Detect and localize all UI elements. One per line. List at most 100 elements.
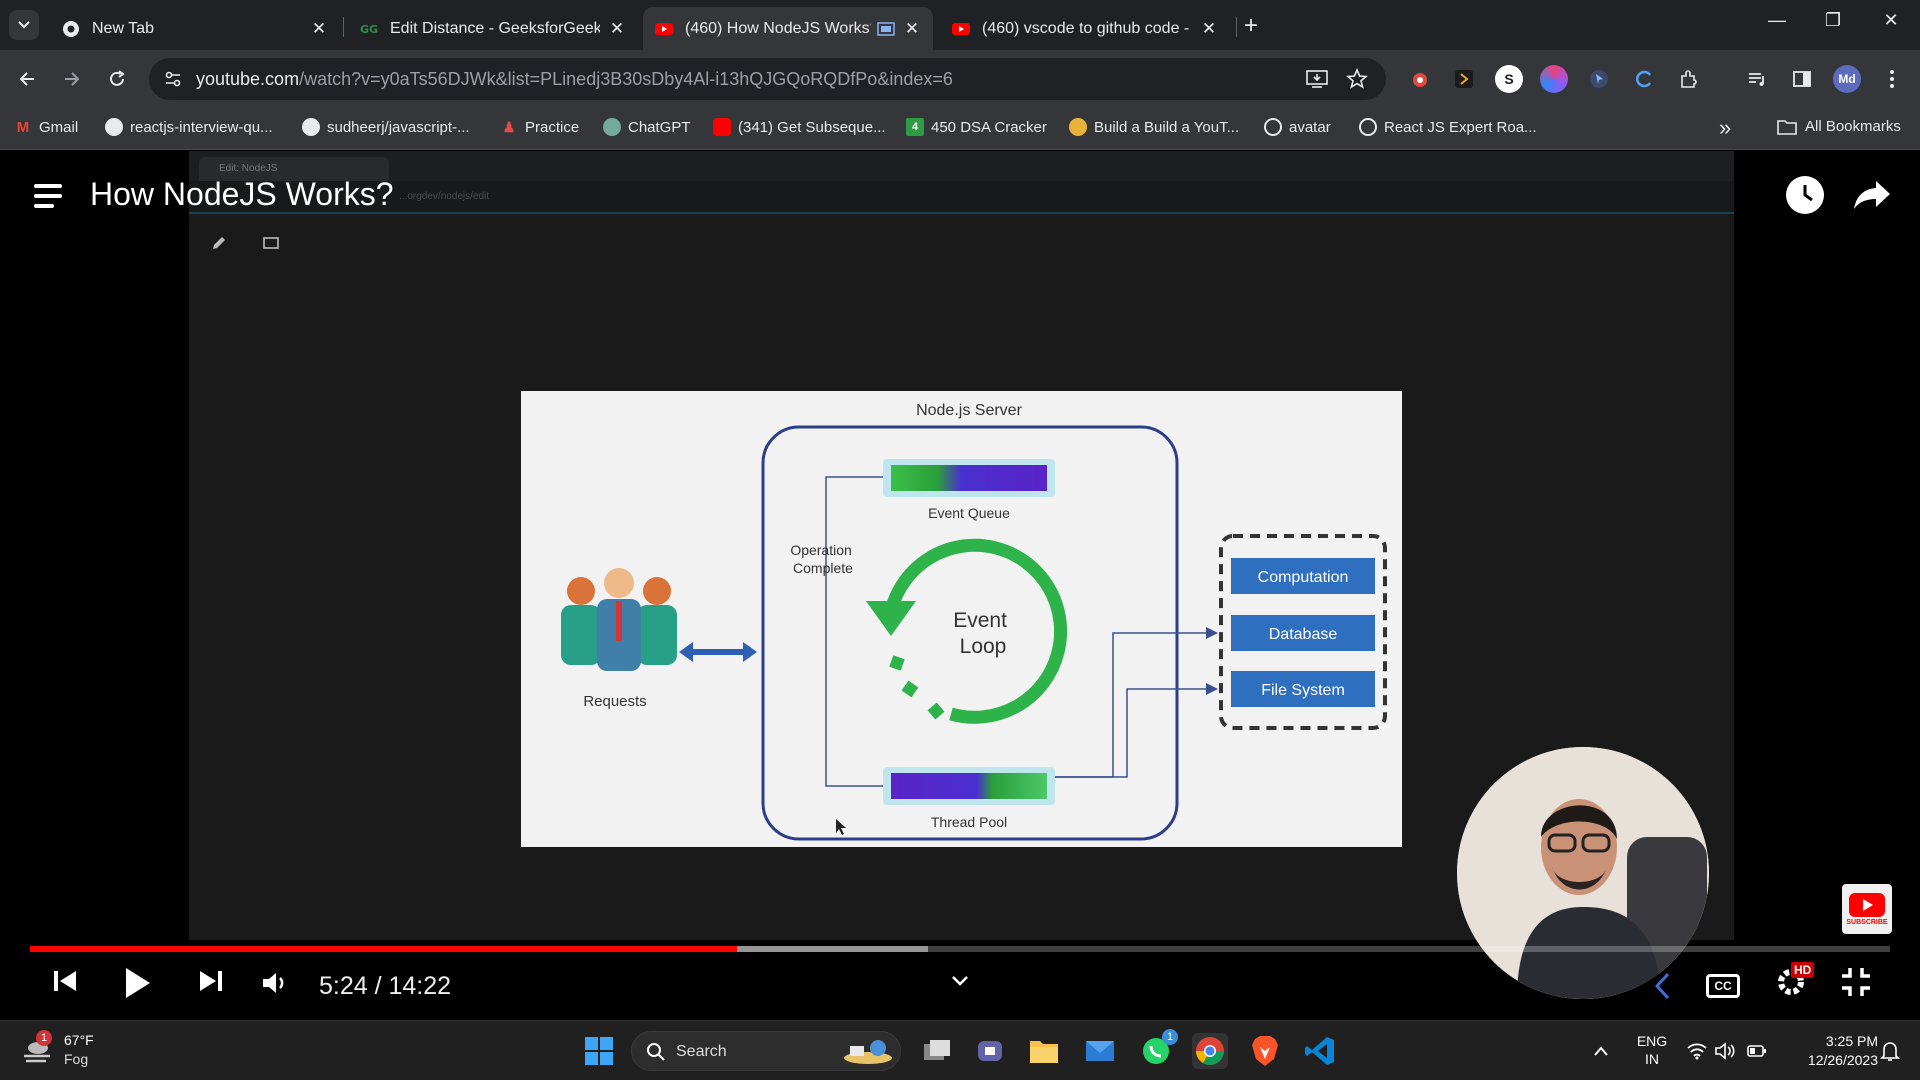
speaker-icon[interactable] xyxy=(1714,1042,1736,1060)
bookmark-450-dsa[interactable]: 4 450 DSA Cracker xyxy=(906,118,1047,136)
screen-tool-icon xyxy=(263,237,279,249)
restore-button[interactable]: ❐ xyxy=(1813,10,1853,31)
all-bookmarks-button[interactable]: All Bookmarks xyxy=(1777,118,1901,135)
address-bar[interactable]: youtube.com/watch?v=y0aTs56DJWk&list=PLi… xyxy=(149,58,1386,100)
file-explorer-button[interactable] xyxy=(1026,1033,1062,1069)
bookmark-sudheerj-javascript[interactable]: sudheerj/javascript-... xyxy=(302,118,470,136)
subscribe-label: SUBSCRIBE xyxy=(1846,918,1888,926)
reload-button[interactable] xyxy=(100,62,134,96)
youtube-icon xyxy=(1849,892,1885,917)
chrome-button[interactable] xyxy=(1192,1033,1228,1069)
extension-refresh-c-icon[interactable] xyxy=(1630,65,1658,93)
site-info-icon[interactable] xyxy=(163,69,183,89)
extension-record-icon[interactable] xyxy=(1406,65,1434,93)
bookmark-label: Practice xyxy=(525,118,580,136)
show-hidden-icons-chevron[interactable] xyxy=(1593,1045,1609,1057)
bookmark-reactjs-interview[interactable]: reactjs-interview-qu... xyxy=(105,118,273,136)
notification-bell-icon[interactable] xyxy=(1880,1040,1900,1062)
exit-fullscreen-button[interactable] xyxy=(1840,966,1872,998)
wifi-icon[interactable] xyxy=(1686,1042,1708,1060)
extensions-puzzle-icon[interactable] xyxy=(1675,65,1703,93)
bookmark-label: (341) Get Subseque... xyxy=(738,118,886,136)
chrome-menu-icon[interactable] xyxy=(1878,65,1906,93)
build-icon xyxy=(1069,118,1087,136)
profile-avatar[interactable]: Md xyxy=(1833,65,1861,93)
youtube-icon xyxy=(713,118,731,136)
tab-how-nodejs-works[interactable]: (460) How NodeJS Works? - ✕ xyxy=(643,7,933,50)
event-loop-dash xyxy=(927,702,945,720)
bookmark-chatgpt[interactable]: ChatGPT xyxy=(603,118,691,136)
share-icon[interactable] xyxy=(1852,177,1892,213)
back-button[interactable] xyxy=(10,62,44,96)
operation-complete-line xyxy=(825,476,883,787)
battery-icon[interactable] xyxy=(1747,1044,1767,1058)
diagram-slide: Node.js Server Event Queue Operation Com… xyxy=(521,391,1402,847)
bookmarks-overflow-button[interactable]: » xyxy=(1719,115,1731,141)
settings-button[interactable]: HD xyxy=(1775,962,1815,998)
bookmark-avatar[interactable]: avatar xyxy=(1264,118,1331,136)
captions-button[interactable]: CC xyxy=(1706,974,1740,998)
bookmark-label: Gmail xyxy=(39,118,79,136)
install-app-icon[interactable] xyxy=(1306,69,1328,89)
teams-chat-button[interactable] xyxy=(972,1033,1008,1069)
clock[interactable]: 3:25 PM 12/26/2023 xyxy=(1786,1033,1878,1068)
chevron-down-icon[interactable] xyxy=(950,974,970,988)
tab-edit-distance[interactable]: GG Edit Distance - GeeksforGeeks ✕ xyxy=(348,7,638,50)
double-arrow-icon xyxy=(679,642,757,662)
chevron-left-icon[interactable] xyxy=(1652,971,1674,1001)
bookmark-practice[interactable]: ♟ Practice xyxy=(500,118,579,136)
task-view-button[interactable] xyxy=(919,1033,955,1069)
thread-pool-fill xyxy=(891,773,1047,799)
exit-fullscreen-icon xyxy=(1842,968,1870,996)
subscribe-watermark[interactable]: SUBSCRIBE xyxy=(1842,884,1892,934)
brave-button[interactable] xyxy=(1247,1033,1283,1069)
new-tab-button[interactable]: + xyxy=(1244,12,1258,40)
language-indicator[interactable]: ENG IN xyxy=(1636,1033,1668,1067)
bookmark-gmail[interactable]: M Gmail xyxy=(14,118,78,136)
extension-s-icon[interactable]: S xyxy=(1495,65,1523,93)
close-tab-icon[interactable]: ✕ xyxy=(903,19,921,39)
close-window-button[interactable]: ✕ xyxy=(1871,10,1911,31)
extension-palette-icon[interactable] xyxy=(1540,65,1568,93)
extension-leetcode-icon[interactable] xyxy=(1450,65,1478,93)
play-button[interactable] xyxy=(122,966,152,1000)
media-controls-icon[interactable] xyxy=(1743,65,1771,93)
tab-title: Edit Distance - GeeksforGeeks xyxy=(390,19,600,37)
taskbar-search[interactable]: Search xyxy=(631,1031,901,1071)
tab-search-button[interactable] xyxy=(9,10,39,40)
geeksforgeeks-icon: GG xyxy=(360,23,378,36)
next-button[interactable] xyxy=(196,966,226,996)
bookmark-label: avatar xyxy=(1289,118,1331,136)
bookmark-star-icon[interactable] xyxy=(1346,68,1368,90)
vscode-button[interactable] xyxy=(1302,1033,1338,1069)
mute-button[interactable] xyxy=(260,970,288,996)
whatsapp-badge: 1 xyxy=(1162,1029,1178,1045)
previous-button[interactable] xyxy=(50,966,80,996)
skip-previous-icon xyxy=(54,971,76,991)
play-icon xyxy=(126,968,150,998)
watch-later-icon[interactable] xyxy=(1786,176,1824,214)
bookmark-build-youtube[interactable]: Build a Build a YouT... xyxy=(1069,118,1239,136)
tab-new-tab[interactable]: New Tab ✕ xyxy=(50,7,340,50)
close-tab-icon[interactable]: ✕ xyxy=(310,19,328,39)
close-tab-icon[interactable]: ✕ xyxy=(608,19,626,39)
mail-icon xyxy=(1086,1041,1114,1061)
playlist-menu-icon[interactable] xyxy=(34,184,68,210)
bookmark-react-roadmap[interactable]: React JS Expert Roa... xyxy=(1359,118,1537,136)
operation-complete-label: Operation Complete xyxy=(790,542,855,576)
forward-button[interactable] xyxy=(55,62,89,96)
youtube-icon xyxy=(655,22,673,35)
all-bookmarks-label: All Bookmarks xyxy=(1805,118,1901,135)
side-panel-icon[interactable] xyxy=(1788,65,1816,93)
mail-button[interactable] xyxy=(1082,1033,1118,1069)
bookmark-get-subsequences[interactable]: (341) Get Subseque... xyxy=(713,118,886,136)
start-button[interactable] xyxy=(581,1033,617,1069)
close-tab-icon[interactable]: ✕ xyxy=(1200,19,1218,39)
tab-vscode-to-github[interactable]: (460) vscode to github code - Y ✕ xyxy=(940,7,1230,50)
tab-title: (460) vscode to github code - Y xyxy=(982,19,1192,37)
minimize-button[interactable]: — xyxy=(1757,10,1797,31)
progress-bar[interactable] xyxy=(30,946,1890,952)
extension-cursor-icon[interactable] xyxy=(1585,65,1613,93)
whatsapp-button[interactable]: 1 xyxy=(1138,1029,1178,1069)
event-queue-label: Event Queue xyxy=(928,505,1010,521)
